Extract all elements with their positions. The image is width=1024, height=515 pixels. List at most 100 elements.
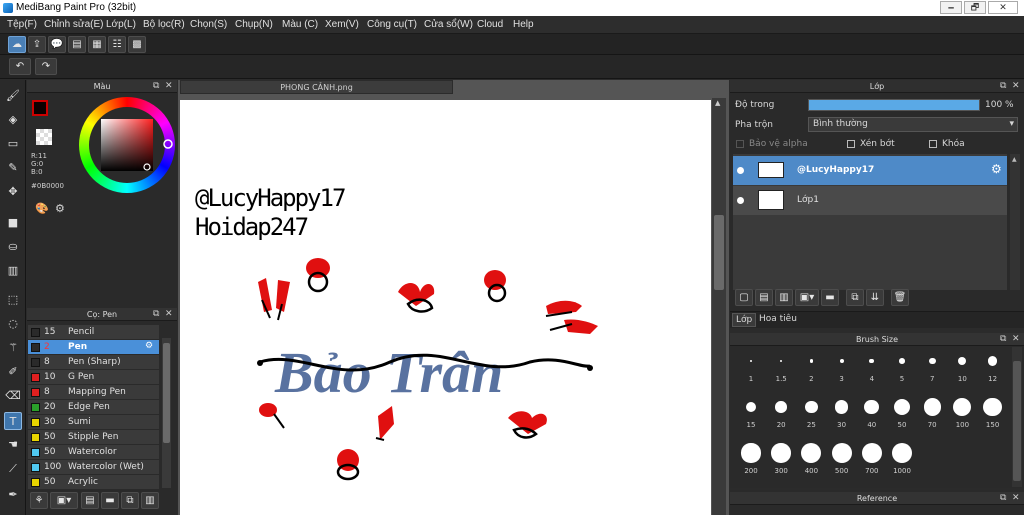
fill-rect-icon[interactable]: ■ xyxy=(4,214,22,232)
brush-row[interactable]: 2 Pen ⚙ xyxy=(28,340,159,355)
brush-size-option[interactable]: 1 xyxy=(736,349,766,393)
eye-icon[interactable] xyxy=(737,167,744,174)
close-button[interactable]: ✕ xyxy=(988,1,1018,14)
menu-window[interactable]: Cửa sổ(W) xyxy=(424,19,473,30)
brush-size-option[interactable]: 500 xyxy=(827,441,857,485)
rectangle-icon[interactable]: ▭ xyxy=(4,135,22,153)
brush-settings-icon[interactable]: ⚙ xyxy=(145,341,153,351)
brush-size-scrollbar[interactable] xyxy=(1012,347,1022,487)
brush-size-option[interactable]: 10 xyxy=(947,349,977,393)
drawing-canvas[interactable]: @LucyHappy17 Hoidap247 Bảo Trân xyxy=(180,100,711,515)
brush-size-option[interactable]: 4 xyxy=(857,349,887,393)
menu-edit[interactable]: Chỉnh sửa(E) xyxy=(44,19,104,30)
grid-icon[interactable]: ▩ xyxy=(128,36,146,53)
share-icon[interactable]: ⇪ xyxy=(28,36,46,53)
scroll-up-icon[interactable]: ▲ xyxy=(715,99,720,107)
brush-row[interactable]: 50 Watercolor xyxy=(28,445,159,460)
layer-settings-icon[interactable]: ⚙ xyxy=(991,162,1002,176)
brush-size-option[interactable]: 150 xyxy=(978,395,1008,439)
menu-select[interactable]: Chọn(S) xyxy=(190,19,227,30)
undock-icon[interactable]: ⧉ xyxy=(153,308,159,321)
menu-view[interactable]: Xem(V) xyxy=(325,19,359,30)
delete-layer-icon[interactable]: 🗑 xyxy=(891,289,909,306)
move-icon[interactable]: ✥ xyxy=(4,183,22,201)
brush-row[interactable]: 50 Acrylic xyxy=(28,475,159,490)
tab-navigator[interactable]: Hoa tiêu xyxy=(756,314,800,324)
menu-tools[interactable]: Công cụ(T) xyxy=(367,19,417,30)
maximize-button[interactable]: 🗗 xyxy=(964,1,986,14)
select-pen-icon[interactable]: ✐ xyxy=(4,363,22,381)
document-tab[interactable]: PHONG CẢNH.png xyxy=(180,80,453,94)
select-rect-icon[interactable]: ⬚ xyxy=(4,291,22,309)
brush-row[interactable]: 8 Pen (Sharp) xyxy=(28,355,159,370)
brush-size-option[interactable]: 700 xyxy=(857,441,887,485)
brush-size-option[interactable]: 7 xyxy=(917,349,947,393)
color-settings-icon[interactable]: ⚙ xyxy=(55,202,65,215)
brush-size-option[interactable]: 70 xyxy=(917,395,947,439)
undock-icon[interactable]: ⧉ xyxy=(1000,80,1006,93)
undock-icon[interactable]: ⧉ xyxy=(1000,492,1006,505)
brush-row[interactable]: 100 Watercolor (Wet) xyxy=(28,460,159,475)
menu-color[interactable]: Màu (C) xyxy=(282,19,318,30)
blend-select[interactable]: Bình thường ▾ xyxy=(808,117,1018,132)
brush-size-option[interactable]: 2 xyxy=(796,349,826,393)
protect-alpha-checkbox[interactable] xyxy=(736,140,744,148)
brush-page-icon[interactable]: ▤ xyxy=(81,492,99,509)
brush-row[interactable]: 15 Pencil xyxy=(28,325,159,340)
gradient-icon[interactable]: ▥ xyxy=(4,262,22,280)
brush-size-option[interactable]: 15 xyxy=(736,395,766,439)
brush-size-option[interactable]: 12 xyxy=(978,349,1008,393)
brush-folder-icon[interactable]: ▬ xyxy=(101,492,119,509)
undock-icon[interactable]: ⧉ xyxy=(1000,333,1006,346)
eyedropper-icon[interactable]: ⟋ xyxy=(4,460,22,478)
brush-row[interactable]: 50 Stipple Pen xyxy=(28,430,159,445)
opacity-slider[interactable] xyxy=(808,99,980,111)
select-eraser-icon[interactable]: ⌫ xyxy=(4,387,22,405)
clipping-checkbox[interactable] xyxy=(847,140,855,148)
brush-row[interactable]: 30 Sumi xyxy=(28,415,159,430)
brush-size-option[interactable]: 40 xyxy=(857,395,887,439)
duplicate-brush-icon[interactable]: ⧉ xyxy=(121,492,139,509)
menu-file[interactable]: Tệp(F) xyxy=(7,19,37,30)
brush-size-option[interactable]: 100 xyxy=(947,395,977,439)
close-panel-icon[interactable]: ✕ xyxy=(165,308,173,321)
delete-brush-icon[interactable]: ▥ xyxy=(141,492,159,509)
undock-icon[interactable]: ⧉ xyxy=(153,80,159,93)
foreground-color-swatch[interactable] xyxy=(32,100,48,116)
brush-size-option[interactable]: 300 xyxy=(766,441,796,485)
brush-list-scrollbar[interactable] xyxy=(162,338,171,488)
brush-row[interactable]: 8 Mapping Pen xyxy=(28,385,159,400)
brush-size-option[interactable]: 1000 xyxy=(887,441,917,485)
magic-wand-icon[interactable]: ⚚ xyxy=(4,339,22,357)
menu-filter[interactable]: Bộ lọc(R) xyxy=(143,19,185,30)
page-settings-icon[interactable]: ☷ xyxy=(108,36,126,53)
eye-icon[interactable] xyxy=(737,197,744,204)
close-panel-icon[interactable]: ✕ xyxy=(165,80,173,93)
menu-cloud[interactable]: Cloud xyxy=(477,19,503,30)
tab-layers[interactable]: Lớp xyxy=(732,313,757,327)
pen-line-icon[interactable]: ✎ xyxy=(4,159,22,177)
bucket-icon[interactable]: ⛀ xyxy=(4,238,22,256)
lasso-icon[interactable]: ◌ xyxy=(4,315,22,333)
brush-row[interactable]: 20 Edge Pen xyxy=(28,400,159,415)
brush-size-option[interactable]: 5 xyxy=(887,349,917,393)
duplicate-layer-icon[interactable]: ⧉ xyxy=(846,289,864,306)
close-panel-icon[interactable]: ✕ xyxy=(1012,80,1020,93)
palette-icon[interactable]: 🎨 xyxy=(35,202,49,215)
brush-icon[interactable]: 🖌 xyxy=(4,87,22,105)
close-panel-icon[interactable]: ✕ xyxy=(1012,333,1020,346)
brush-size-option[interactable]: 400 xyxy=(796,441,826,485)
add-layer-menu-icon[interactable]: ▣▾ xyxy=(795,289,819,306)
brush-size-option[interactable]: 25 xyxy=(796,395,826,439)
lock-checkbox[interactable] xyxy=(929,140,937,148)
brush-size-option[interactable]: 20 xyxy=(766,395,796,439)
brush-size-option[interactable]: 3 xyxy=(827,349,857,393)
undo-icon[interactable]: ↶ xyxy=(9,58,31,75)
brush-size-option[interactable]: 200 xyxy=(736,441,766,485)
background-color-swatch[interactable] xyxy=(36,129,52,145)
comment-icon[interactable]: 💬 xyxy=(48,36,66,53)
layer-row[interactable]: Lớp1 xyxy=(733,186,1007,215)
close-panel-icon[interactable]: ✕ xyxy=(1012,492,1020,505)
message-icon[interactable]: ▤ xyxy=(68,36,86,53)
new-8bit-layer-icon[interactable]: ▥ xyxy=(775,289,793,306)
